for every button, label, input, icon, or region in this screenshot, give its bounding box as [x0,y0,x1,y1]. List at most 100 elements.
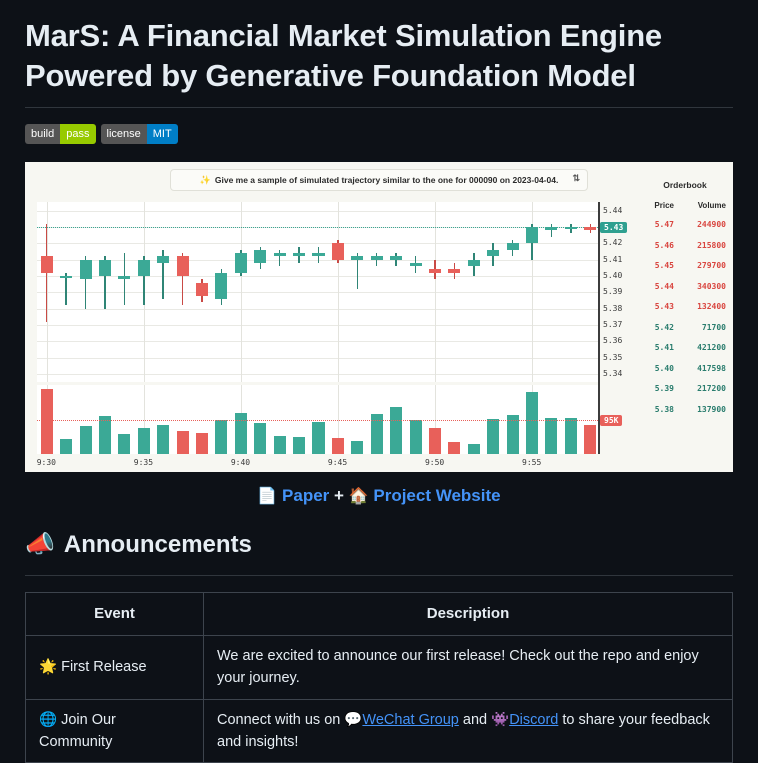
price-axis-tick: 5.42 [603,238,623,248]
orderbook-price: 5.44 [654,281,674,291]
volume-bar [254,422,267,455]
orderbook-price: 5.47 [654,220,674,230]
time-gridline [434,202,436,383]
description-text: Connect with us on [217,711,345,728]
volume-bar [215,420,228,455]
price-axis-tick: 5.40 [603,270,623,280]
wechat-group-link[interactable]: WeChat Group [362,712,458,728]
price-axis-labels: 5.44 5.43 5.42 5.41 5.40 5.39 5.38 5.37 5.36 5.35… [600,202,643,454]
candle-body [118,275,131,280]
volume-bar [195,432,209,455]
candle-body [98,259,111,276]
orderbook-bid-row: 5.41 421200 [640,343,730,352]
orderbook-bid-row: 5.38 137900 [640,405,730,414]
orderbook-col-price: Price [654,201,674,211]
candle-body [215,272,228,299]
column-header-event: Event [25,592,204,636]
badge-row: build pass license MIT [25,124,733,145]
candle-body [448,269,461,273]
build-badge-label: build [25,124,61,145]
paper-link[interactable]: Paper [282,486,329,505]
candle-body [506,243,519,250]
orderbook-bid-row: 5.39 217200 [640,384,730,393]
price-axis-tick: 5.38 [603,303,623,313]
column-header-description: Description [203,592,733,636]
last-price-reference-line [37,226,600,228]
volume-bar [60,439,73,455]
title-divider [25,107,733,109]
announcements-heading-text: Announcements [63,530,252,558]
links-separator: + [334,486,344,506]
volume-bar [79,426,92,455]
candle-wick [550,223,553,237]
candle-body [526,226,539,244]
candle-wick [123,253,126,306]
orderbook-volume: 417598 [697,363,726,373]
up-down-stepper-icon[interactable]: ⇅ [572,174,580,183]
license-badge-value: MIT [146,124,178,145]
description-cell: We are excited to announce our first rel… [203,634,733,700]
orderbook-price: 5.38 [654,404,674,414]
readme-page: MarS: A Financial Market Simulation Engi… [0,16,758,763]
page-title: MarS: A Financial Market Simulation Engi… [25,18,662,93]
volume-bar [545,417,558,455]
orderbook-bid-row: 5.42 71700 [640,323,730,332]
event-cell: 🌟 First Release [25,634,204,700]
price-axis-tick: 5.36 [603,336,623,346]
orderbook-price: 5.39 [654,384,674,394]
price-gridline [37,292,600,294]
orderbook-volume: 137900 [697,404,726,414]
volume-bar [390,407,403,455]
orderbook-title: Orderbook [663,180,707,191]
volume-bar [564,418,577,455]
orderbook-ask-row: 5.44 340300 [640,282,730,291]
orderbook-volume: 244900 [697,220,726,230]
volume-bar [118,434,131,455]
candle-body [351,256,364,260]
orderbook-rows: 5.47 244900 5.46 215800 5.45 279700 5.44 340300… [640,220,730,414]
candle-body [564,226,577,230]
time-axis-labels: 9:30 9:35 9:40 9:45 9:50 9:55 [37,458,600,472]
volume-bar [409,419,422,455]
orderbook-volume: 217200 [697,384,726,394]
license-badge[interactable]: license MIT [100,124,178,145]
price-axis-tick: 5.41 [603,254,623,264]
build-badge[interactable]: build pass [25,124,96,145]
candle-body [467,259,480,267]
time-axis-tick: 9:30 [36,458,56,468]
project-website-link[interactable]: Project Website [373,486,500,505]
description-cell: Connect with us on 💬WeChat Group and 👾Di… [203,698,733,763]
prompt-text: Give me a sample of simulated trajectory… [214,175,559,186]
price-gridline [37,210,600,212]
prompt-input-bar[interactable]: ✨ Give me a sample of simulated trajecto… [170,169,588,192]
announcements-heading: 📣 Announcements [25,530,733,567]
orderbook-volume: 340300 [697,281,726,291]
orderbook-price: 5.41 [654,343,674,353]
glowing-star-icon: 🌟 [39,658,58,675]
volume-bar [176,430,189,455]
candle-body [545,226,558,231]
volume-bar [40,389,53,455]
time-gridline [240,202,242,383]
house-icon: 🏠 [348,488,369,506]
candle-body [312,253,325,257]
globe-icon: 🌐 [39,711,58,728]
volume-bar [526,392,539,455]
candle-body [331,243,344,260]
candle-body [428,269,441,273]
price-gridline [37,341,600,343]
price-axis-highlight-label: 5.43 [600,221,628,233]
candle-body [584,226,597,231]
candlestick-plot [37,202,600,455]
orderbook-volume: 421200 [697,343,726,353]
candle-body [370,256,383,260]
candle-body [40,256,53,273]
orderbook-price: 5.42 [654,322,674,332]
price-axis-tick: 5.35 [603,352,623,362]
volume-bar [448,441,461,455]
volume-bar [137,428,150,455]
price-panel [37,202,600,383]
discord-link[interactable]: Discord [509,712,558,728]
volume-bar [293,437,306,455]
orderbook-bid-row: 5.40 417598 [640,364,730,373]
